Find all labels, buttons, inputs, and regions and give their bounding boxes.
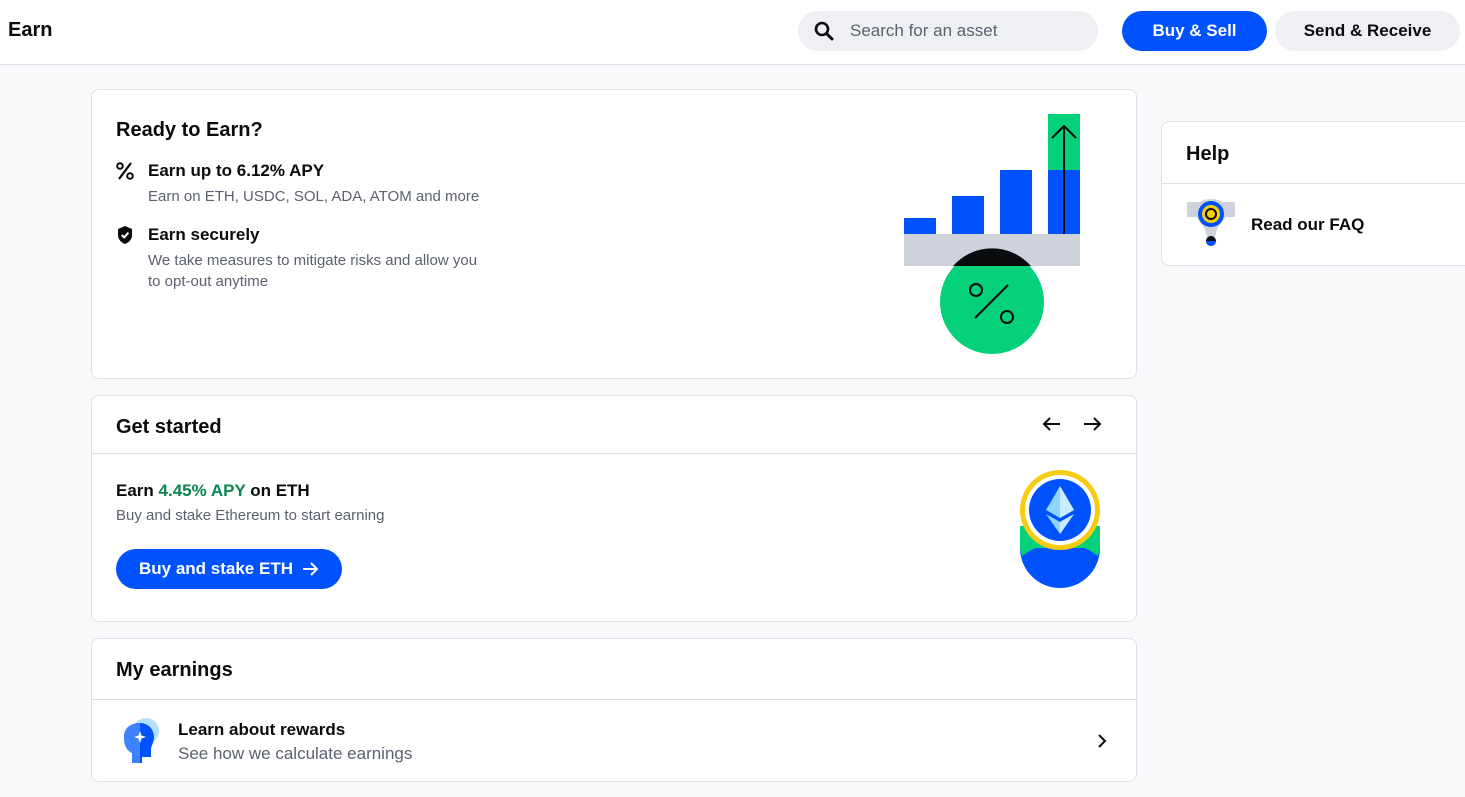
arrow-right-icon — [1084, 417, 1102, 431]
earn-prefix: Earn — [116, 481, 159, 500]
send-receive-button[interactable]: Send & Receive — [1275, 11, 1460, 51]
ethereum-coin-illustration — [1020, 470, 1100, 588]
read-faq-item[interactable]: Read our FAQ — [1162, 184, 1465, 266]
next-button[interactable] — [1080, 412, 1104, 436]
feature-secure-title: Earn securely — [148, 225, 260, 244]
search-input[interactable] — [850, 21, 1070, 41]
learn-about-rewards-description: See how we calculate earnings — [178, 744, 413, 763]
learn-about-rewards-item[interactable]: Learn about rewards See how we calculate… — [92, 701, 1136, 782]
chevron-right-icon — [1098, 734, 1107, 748]
earn-suffix: on ETH — [245, 481, 310, 500]
get-started-header: Get started — [92, 396, 1136, 454]
eth-apy-rate: 4.45% APY — [158, 481, 246, 500]
earn-eth-headline: Earn 4.45% APY on ETH — [116, 481, 310, 501]
arrow-left-icon — [1042, 417, 1060, 431]
rewards-head-icon — [124, 718, 159, 763]
learn-about-rewards-title: Learn about rewards — [178, 720, 346, 739]
shield-icon — [118, 226, 132, 244]
read-faq-label: Read our FAQ — [1251, 215, 1365, 234]
my-earnings-title: My earnings — [116, 659, 233, 681]
get-started-title: Get started — [116, 416, 222, 438]
earn-growth-illustration — [904, 114, 1080, 354]
earn-eth-description: Buy and stake Ethereum to start earning — [116, 507, 385, 524]
faq-lightbulb-icon — [1187, 199, 1235, 246]
get-started-card: Get started Earn 4.45% APY on ETH Buy an… — [91, 395, 1137, 622]
percent-icon — [116, 162, 134, 180]
help-title: Help — [1186, 143, 1230, 165]
buy-sell-button[interactable]: Buy & Sell — [1122, 11, 1267, 51]
my-earnings-header: My earnings — [92, 639, 1136, 700]
help-card: Help Read our FAQ — [1161, 121, 1465, 266]
feature-secure-description: We take measures to mitigate risks and a… — [148, 252, 478, 290]
search-icon — [814, 21, 834, 41]
previous-button[interactable] — [1040, 412, 1064, 436]
ready-to-earn-card: Ready to Earn? Earn up to 6.12% APY Earn… — [91, 89, 1137, 379]
search-bar[interactable] — [798, 11, 1098, 51]
buy-and-stake-eth-button[interactable]: Buy and stake ETH — [116, 549, 342, 589]
ready-to-earn-title: Ready to Earn? — [116, 119, 263, 141]
my-earnings-card: My earnings Learn about rewards See how … — [91, 638, 1137, 782]
buy-and-stake-eth-label: Buy and stake ETH — [139, 559, 293, 578]
top-bar: Earn Buy & Sell Send & Receive — [0, 0, 1465, 65]
page-title: Earn — [8, 19, 53, 41]
arrow-right-icon — [303, 562, 319, 576]
feature-apy-title: Earn up to 6.12% APY — [148, 161, 325, 180]
feature-apy-description: Earn on ETH, USDC, SOL, ADA, ATOM and mo… — [148, 188, 480, 205]
